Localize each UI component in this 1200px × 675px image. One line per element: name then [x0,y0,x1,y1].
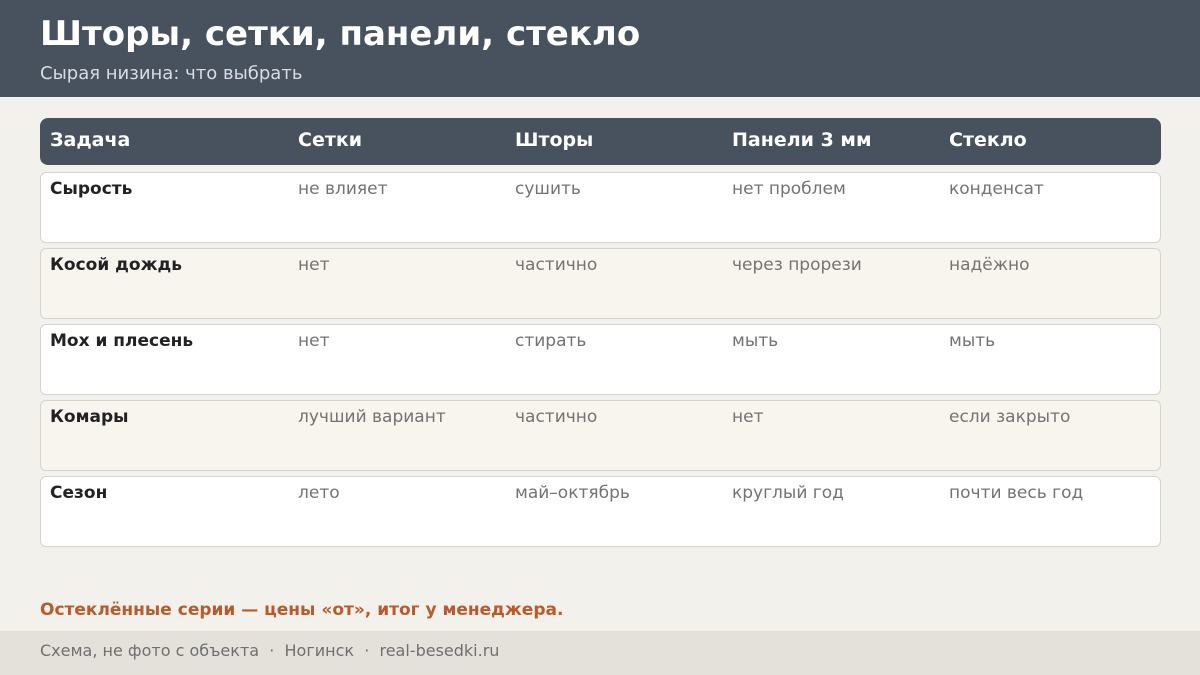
table-row: Комары лучший вариант частично нет если … [40,400,1161,471]
cell-panels: нет [732,407,764,427]
table-row: Сырость не влияет сушить нет проблем кон… [40,172,1161,243]
row-task: Комары [50,407,129,427]
column-header-nets: Сетки [298,129,363,151]
table-row: Сезон лето май–октябрь круглый год почти… [40,476,1161,547]
page-subtitle: Сырая низина: что выбрать [40,63,303,84]
row-task: Мох и плесень [50,331,194,351]
cell-panels: мыть [732,331,779,351]
page-header: Шторы, сетки, панели, стекло Сырая низин… [0,0,1200,97]
cell-nets: нет [298,331,330,351]
cell-panels: круглый год [732,483,844,503]
row-task: Сезон [50,483,108,503]
cell-glass: конденсат [949,179,1044,199]
column-header-task: Задача [50,129,131,151]
table-row: Косой дождь нет частично через прорези н… [40,248,1161,319]
cell-glass: мыть [949,331,996,351]
cell-nets: лето [298,483,340,503]
page-footer: Схема, не фото с объекта · Ногинск · rea… [0,631,1200,675]
cell-curtains: сушить [515,179,581,199]
table-row: Мох и плесень нет стирать мыть мыть [40,324,1161,395]
cell-nets: нет [298,255,330,275]
column-header-curtains: Шторы [515,129,594,151]
cell-panels: нет проблем [732,179,846,199]
column-header-glass: Стекло [949,129,1027,151]
cell-curtains: частично [515,407,598,427]
column-header-panels: Панели 3 мм [732,129,872,151]
cell-curtains: май–октябрь [515,483,630,503]
cell-curtains: стирать [515,331,587,351]
page-title: Шторы, сетки, панели, стекло [40,14,641,54]
row-task: Косой дождь [50,255,182,275]
pricing-note: Остеклённые серии — цены «от», итог у ме… [40,600,564,620]
comparison-table-header: Задача Сетки Шторы Панели 3 мм Стекло [40,118,1161,165]
footer-text: Схема, не фото с объекта · Ногинск · rea… [40,641,500,660]
cell-glass: если закрыто [949,407,1071,427]
cell-panels: через прорези [732,255,862,275]
cell-glass: почти весь год [949,483,1084,503]
cell-glass: надёжно [949,255,1030,275]
cell-nets: лучший вариант [298,407,446,427]
row-task: Сырость [50,179,133,199]
cell-curtains: частично [515,255,598,275]
cell-nets: не влияет [298,179,388,199]
